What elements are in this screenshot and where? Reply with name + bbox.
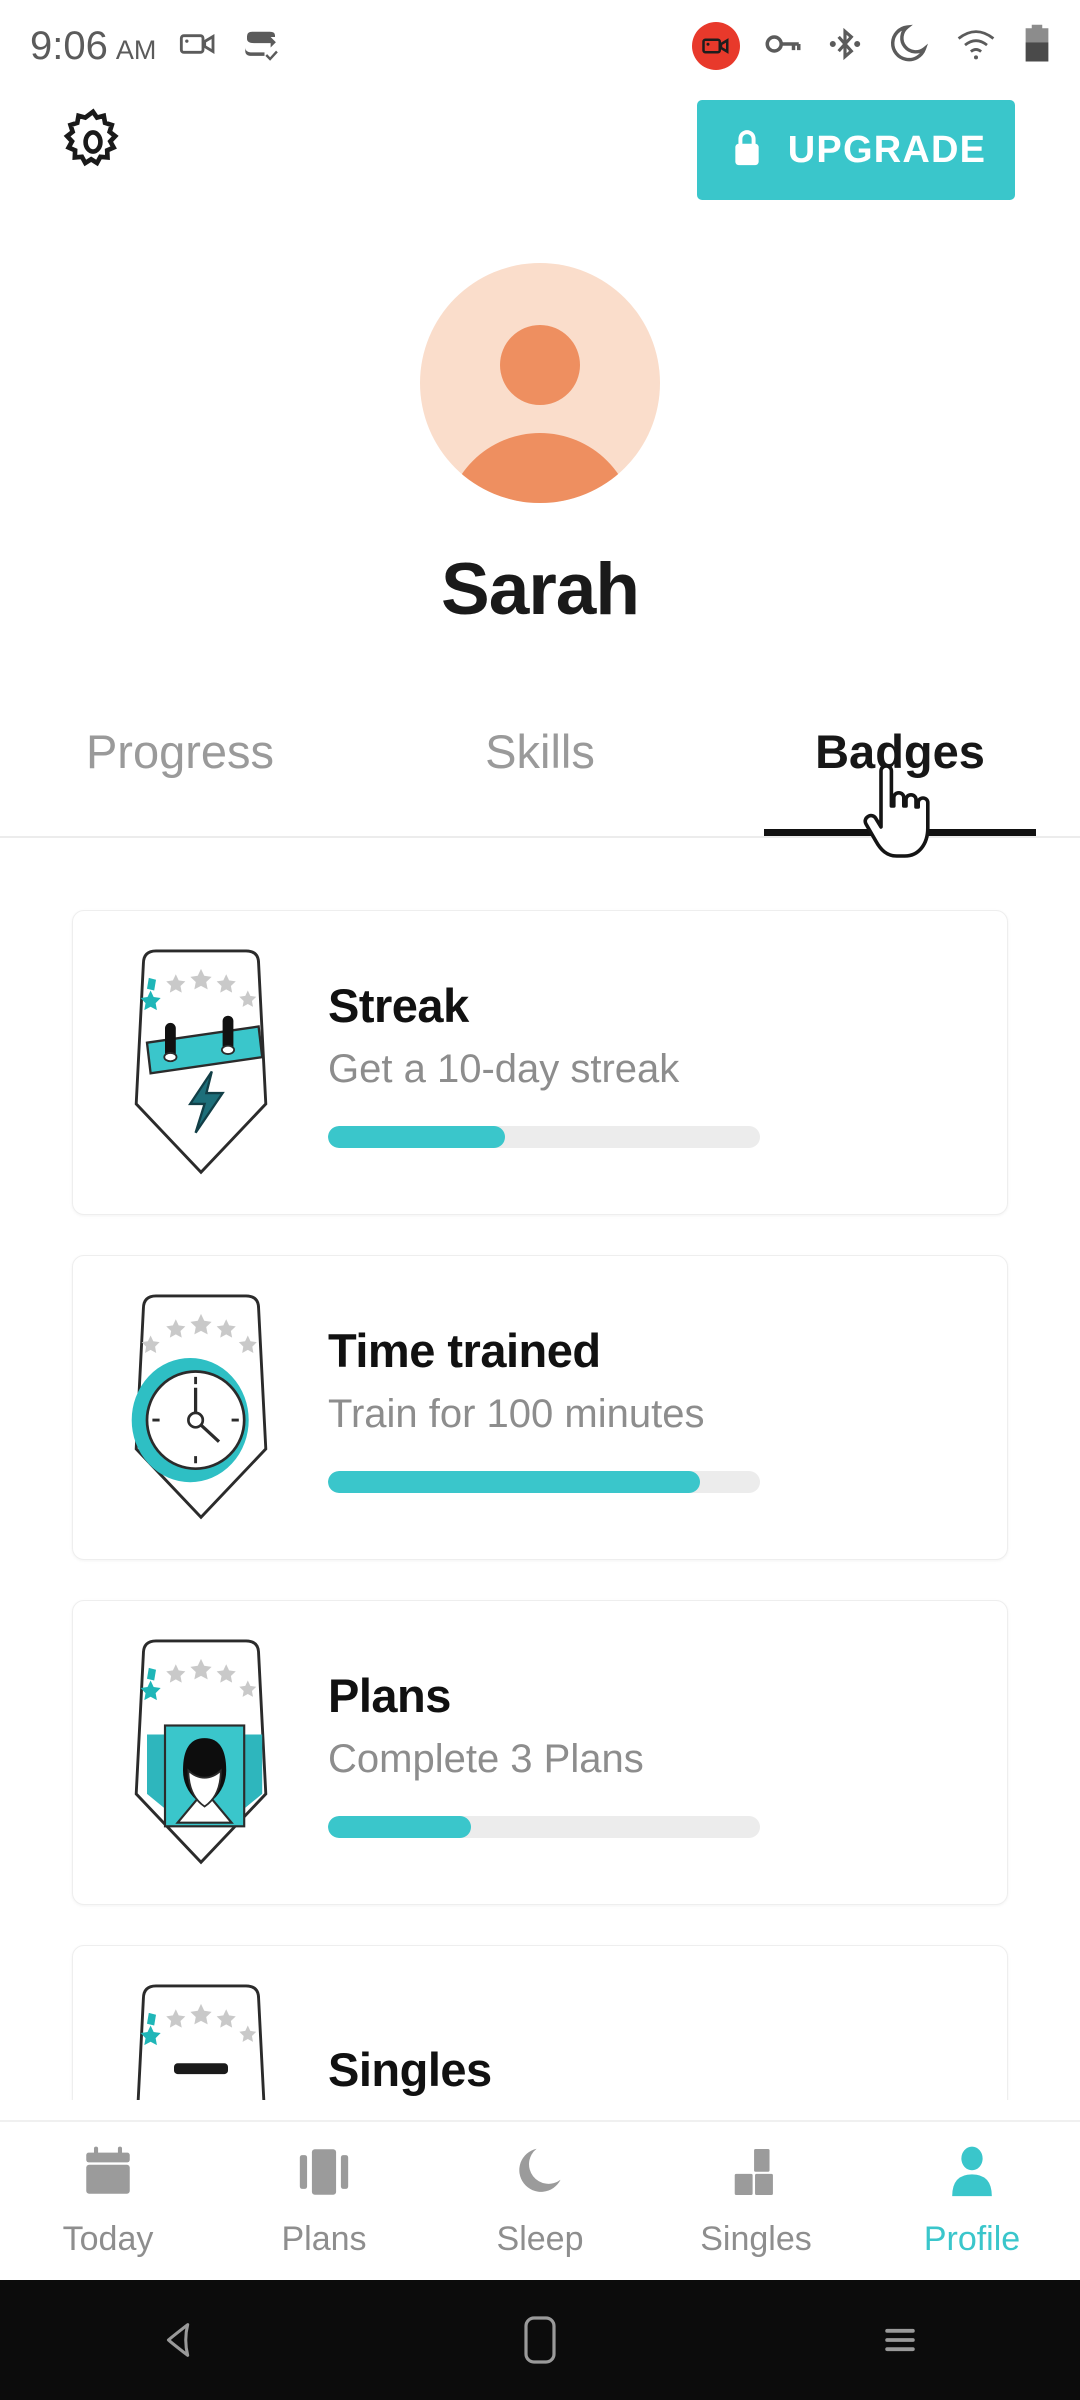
badge-progress-fill <box>328 1815 471 1838</box>
badge-subtitle: Complete 3 Plans <box>328 1736 644 1781</box>
home-square-icon[interactable] <box>480 2280 600 2400</box>
nav-item-plans[interactable]: Plans <box>216 2122 432 2280</box>
bluetooth-icon <box>826 25 864 68</box>
cards-icon <box>295 2143 353 2206</box>
badge-progress-bar <box>328 1815 760 1838</box>
avatar[interactable] <box>420 263 660 503</box>
nav-label: Sleep <box>496 2220 584 2258</box>
badge-plans-text: Plans Complete 3 Plans <box>328 1668 1007 1838</box>
app-top-bar: UPGRADE <box>0 92 1080 210</box>
status-bar-clock: 9:06 AM <box>30 24 156 69</box>
battery-icon <box>1020 23 1054 70</box>
badge-subtitle: Get a 10-day streak <box>328 1046 680 1091</box>
badge-person-card-icon <box>73 1601 328 1904</box>
nav-label: Profile <box>923 2220 1021 2258</box>
nav-item-today[interactable]: Today <box>0 2122 216 2280</box>
badge-title: Plans <box>328 1668 451 1722</box>
person-avatar-icon <box>420 263 660 503</box>
tab-badges-label: Badges <box>815 725 985 778</box>
calendar-icon <box>79 2143 137 2206</box>
avatar-body <box>445 433 635 503</box>
profile-tabs: Progress Skills Badges <box>0 710 1080 836</box>
page-title: Sarah <box>441 549 640 630</box>
badge-progress-bar <box>328 1125 760 1148</box>
badge-card-time-trained[interactable]: Time trained Train for 100 minutes <box>72 1255 1008 1560</box>
avatar-head <box>500 325 580 405</box>
badge-title: Singles <box>328 2043 492 2096</box>
nav-item-profile[interactable]: Profile <box>864 2122 1080 2280</box>
badge-singles-text: Singles <box>328 2042 1007 2100</box>
person-icon <box>943 2143 1001 2206</box>
recents-menu-icon[interactable] <box>840 2280 960 2400</box>
badge-clock-icon <box>73 1256 328 1559</box>
nav-item-sleep[interactable]: Sleep <box>432 2122 648 2280</box>
data-sync-icon <box>240 23 282 70</box>
moon-icon <box>511 2143 569 2206</box>
badge-time-trained-text: Time trained Train for 100 minutes <box>328 1323 1007 1493</box>
badge-title: Time trained <box>328 1323 601 1377</box>
lock-icon <box>726 124 768 177</box>
nav-label: Plans <box>281 2220 367 2258</box>
settings-button[interactable] <box>55 106 131 182</box>
badges-list[interactable]: Streak Get a 10-day streak Time trained … <box>0 890 1080 2100</box>
badge-progress-bar <box>328 1470 760 1493</box>
tab-skills-label: Skills <box>485 725 595 778</box>
status-bar-right <box>692 21 1054 72</box>
tabs-divider <box>0 836 1080 838</box>
wifi-icon <box>954 22 998 71</box>
nav-label: Today <box>62 2220 154 2258</box>
badge-card-streak[interactable]: Streak Get a 10-day streak <box>72 910 1008 1215</box>
android-navigation-bar <box>0 2280 1080 2400</box>
do-not-disturb-moon-icon <box>886 21 932 72</box>
tab-badges[interactable]: Badges <box>720 710 1080 836</box>
tab-progress-label: Progress <box>85 725 275 778</box>
nav-label: Singles <box>700 2220 812 2258</box>
back-triangle-icon[interactable] <box>120 2280 240 2400</box>
badge-card-singles[interactable]: Singles <box>72 1945 1008 2100</box>
nav-item-singles[interactable]: Singles <box>648 2122 864 2280</box>
tab-progress[interactable]: Progress <box>0 710 360 836</box>
badge-progress-fill <box>328 1470 700 1493</box>
badge-streak-text: Streak Get a 10-day streak <box>328 978 1007 1148</box>
vpn-key-icon <box>762 23 804 70</box>
badge-card-plans[interactable]: Plans Complete 3 Plans <box>72 1600 1008 1905</box>
badge-singles-icon <box>73 1946 328 2100</box>
screen-record-outline-icon <box>178 24 218 69</box>
badge-subtitle: Train for 100 minutes <box>328 1391 705 1436</box>
bottom-navigation: Today Plans Sleep Singles Profile <box>0 2120 1080 2280</box>
gear-icon <box>56 105 130 184</box>
blocks-icon <box>727 2143 785 2206</box>
upgrade-button[interactable]: UPGRADE <box>697 100 1015 200</box>
badge-progress-fill <box>328 1125 506 1148</box>
screen-record-active-icon <box>692 22 740 70</box>
status-bar-left: 9:06 AM <box>30 23 282 70</box>
badge-title: Streak <box>328 978 469 1032</box>
clock-time: 9:06 <box>30 23 108 68</box>
clock-ampm: AM <box>115 34 157 65</box>
tab-skills[interactable]: Skills <box>360 710 720 836</box>
tab-active-indicator <box>764 829 1036 836</box>
upgrade-button-label: UPGRADE <box>787 128 987 171</box>
status-bar: 9:06 AM <box>0 0 1080 92</box>
badge-calendar-lightning-icon <box>73 911 328 1214</box>
